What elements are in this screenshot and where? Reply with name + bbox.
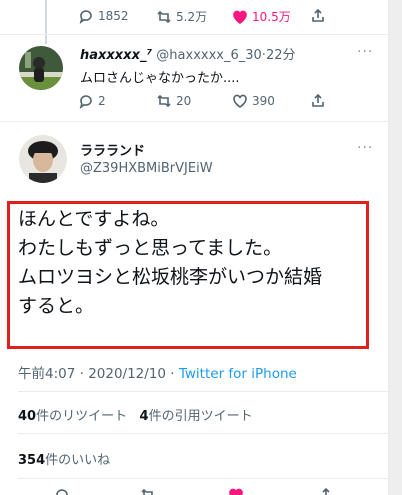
- share-action[interactable]: [310, 93, 326, 109]
- reply-icon: [79, 10, 92, 24]
- main-display-name[interactable]: ララランド: [80, 140, 145, 159]
- reply-header: haxxxxx_⁷ @haxxxxx_6_30·22分: [80, 44, 295, 63]
- retweet-stats: 40件のリツイート 4件の引用ツイート: [18, 405, 253, 424]
- main-more-button[interactable]: ···: [357, 140, 373, 156]
- divider: [0, 121, 389, 122]
- heart-icon: [229, 488, 243, 495]
- divider: [18, 478, 389, 479]
- retweet-count: 5.2万: [176, 10, 208, 24]
- reply-icon: [79, 95, 92, 109]
- divider: [18, 433, 389, 434]
- tweet-line: すると。: [18, 295, 95, 317]
- timestamp-text[interactable]: 午前4:07 · 2020/12/10 ·: [18, 366, 179, 382]
- retweets-label: 件のリツイート: [36, 409, 128, 424]
- share-icon: [312, 8, 324, 22]
- main-avatar[interactable]: [19, 135, 67, 183]
- reply-time[interactable]: 22分: [266, 48, 296, 63]
- reply-handle[interactable]: @haxxxxx_6_30: [156, 48, 262, 63]
- likes-label: 件のいいね: [45, 453, 111, 468]
- divider: [0, 34, 389, 35]
- tweet-line: ムロツヨシと松坂桃李がいつか結婚: [18, 266, 323, 288]
- retweet-count: 20: [176, 94, 192, 108]
- heart-icon: [233, 94, 247, 108]
- top-action-row: 1852 5.2万 10.5万: [0, 8, 389, 26]
- main-handle[interactable]: @Z39HXBMiBrVJEiW: [80, 161, 213, 176]
- reply-icon: [56, 489, 68, 495]
- reply-more-button[interactable]: ···: [357, 44, 373, 60]
- retweet-action[interactable]: 20: [156, 93, 191, 109]
- retweet-icon: [157, 94, 171, 108]
- main-action-row: [0, 487, 389, 495]
- like-action[interactable]: 390: [232, 93, 275, 109]
- share-icon: [322, 487, 330, 495]
- reply-count: 2: [98, 94, 106, 108]
- avatar-image: [19, 135, 67, 183]
- tweet-thread-panel: 1852 5.2万 10.5万 haxxxxx_⁷ @haxxxxx_6_30·…: [0, 0, 389, 495]
- like-count: 390: [252, 94, 275, 108]
- main-tweet-text: ほんとですよね。 わたしもずっと思ってました。 ムロツヨシと松坂桃李がいつか結婚…: [18, 205, 322, 321]
- like-count: 10.5万: [252, 10, 291, 24]
- tweet-line: ほんとですよね。: [18, 208, 170, 230]
- quotes-number: 4: [139, 409, 149, 424]
- reply-action[interactable]: [54, 487, 70, 495]
- quotes-label: 件の引用ツイート: [148, 409, 253, 424]
- retweet-action[interactable]: [140, 487, 156, 495]
- avatar-image: [19, 46, 63, 90]
- retweets-link[interactable]: 40件のリツイート: [18, 409, 127, 424]
- reply-action-row: 2 20 390: [0, 93, 389, 111]
- tweet-line: わたしもずっと思ってました。: [18, 237, 283, 259]
- tweet-timestamp: 午前4:07 · 2020/12/10 · Twitter for iPhone: [18, 362, 297, 382]
- reply-display-name[interactable]: haxxxxx_⁷: [80, 48, 152, 63]
- share-action[interactable]: [318, 487, 334, 495]
- divider: [18, 391, 389, 392]
- quotes-link[interactable]: 4件の引用ツイート: [140, 409, 253, 424]
- reply-avatar[interactable]: [19, 46, 63, 90]
- likes-link[interactable]: 354件のいいね: [18, 453, 110, 468]
- retweet-action[interactable]: 5.2万: [156, 8, 207, 25]
- retweet-icon: [141, 488, 153, 495]
- reply-count: 1852: [98, 9, 129, 23]
- like-stats: 354件のいいね: [18, 449, 110, 468]
- retweets-number: 40: [18, 409, 37, 424]
- likes-number: 354: [18, 453, 46, 468]
- share-icon: [312, 93, 324, 107]
- reply-action[interactable]: 2: [78, 93, 106, 109]
- scrollbar[interactable]: [389, 0, 402, 495]
- reply-action[interactable]: 1852: [78, 8, 129, 24]
- source-link[interactable]: Twitter for iPhone: [179, 366, 297, 382]
- share-action[interactable]: [310, 8, 326, 24]
- retweet-icon: [157, 10, 171, 23]
- reply-text: ムロさんじゃなかったか....: [80, 71, 240, 86]
- like-action[interactable]: [228, 487, 244, 495]
- heart-icon: [233, 10, 247, 24]
- like-action[interactable]: 10.5万: [232, 8, 291, 25]
